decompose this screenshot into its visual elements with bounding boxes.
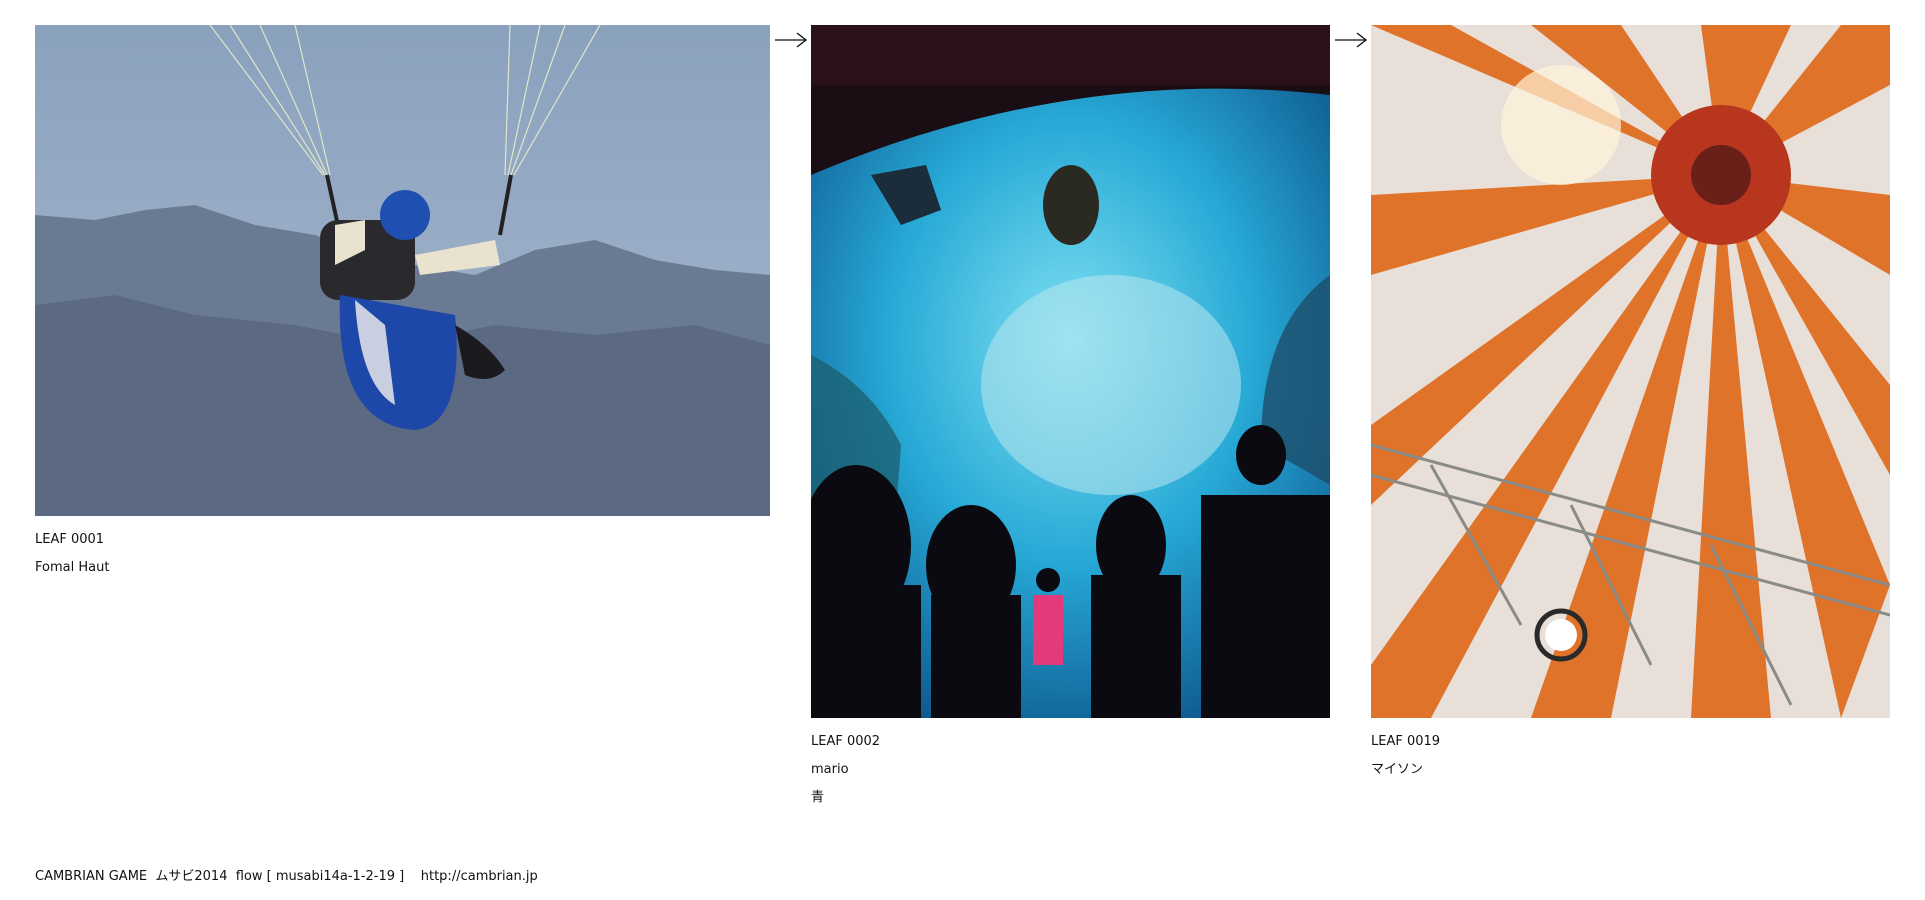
leaf-note: 青 xyxy=(811,790,825,805)
footer-credit: CAMBRIAN GAME ムサビ2014 flow [ musabi14a-1… xyxy=(35,865,538,884)
footer-credit-text: CAMBRIAN GAME ムサビ2014 flow [ musabi14a-1… xyxy=(35,869,405,884)
leaf-card-0001: LEAF 0001 Fomal Haut xyxy=(35,25,770,582)
arrow-right-icon xyxy=(775,32,808,48)
footer-url-link[interactable]: http://cambrian.jp xyxy=(421,869,538,884)
paraglider-photo xyxy=(35,25,770,516)
leaf-author[interactable]: mario xyxy=(811,756,1330,784)
leaf-id-label: LEAF 0019 xyxy=(1371,734,1441,749)
leaf-card-0002: LEAF 0002 mario 青 xyxy=(811,25,1330,812)
leaf-image-paraglider[interactable] xyxy=(35,25,770,516)
leaf-author[interactable]: Fomal Haut xyxy=(35,554,770,582)
leaf-image-tent[interactable] xyxy=(1371,25,1890,718)
aquarium-photo xyxy=(811,25,1330,718)
leaf-id-label: LEAF 0002 xyxy=(811,734,881,749)
leaf-card-0019: LEAF 0019 マイソン xyxy=(1371,25,1890,784)
arrow-right-icon xyxy=(1335,32,1368,48)
leaf-id-label: LEAF 0001 xyxy=(35,532,105,547)
striped-tent-ceiling-photo xyxy=(1371,25,1890,718)
leaf-flow-page: LEAF 0001 Fomal Haut LEAF 0002 mario 青 L… xyxy=(0,0,1925,900)
leaf-author[interactable]: マイソン xyxy=(1371,756,1890,784)
leaf-image-aquarium[interactable] xyxy=(811,25,1330,718)
